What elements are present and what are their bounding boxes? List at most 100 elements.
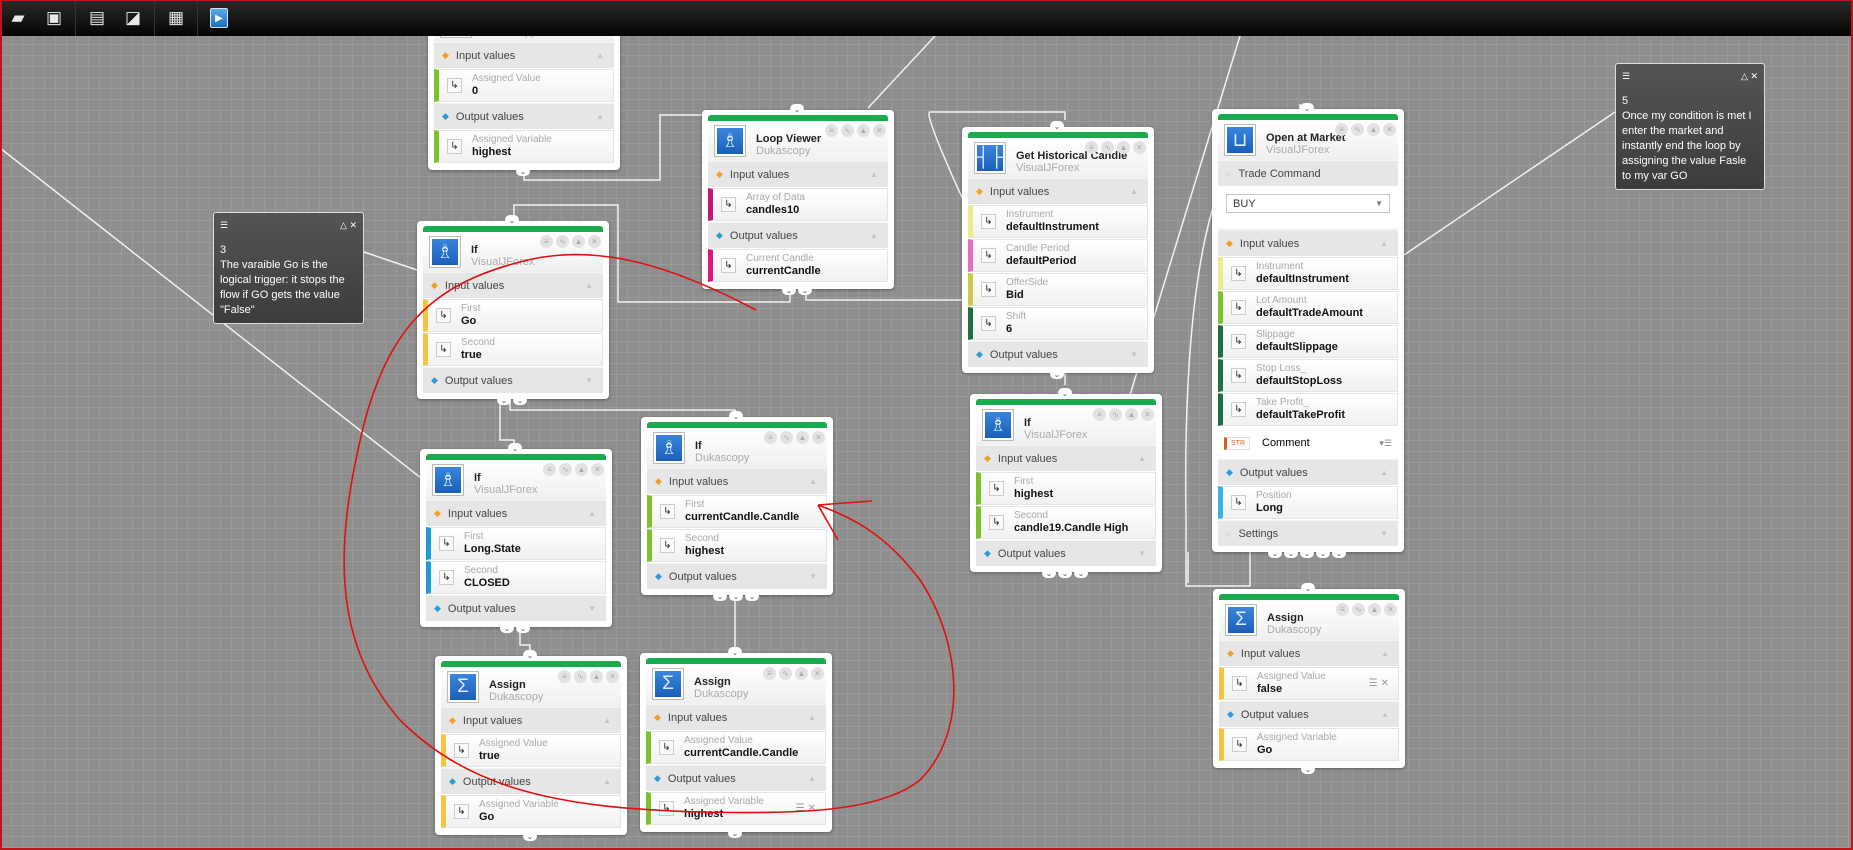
trade-command-select[interactable]: BUY ▼: [1226, 194, 1390, 213]
connector-handle[interactable]: ⌄: [713, 591, 727, 601]
import-button[interactable]: ◪: [115, 3, 151, 33]
note-menu-icon[interactable]: ☰: [220, 218, 228, 233]
link-parameter-icon[interactable]: ↳: [1232, 676, 1247, 691]
node-header[interactable]: ┤├ Get Historical Candle VisualJForex ≡ ∿ ▲ ✕: [968, 138, 1148, 178]
collapse-arrow-icon[interactable]: ▲: [1381, 649, 1389, 658]
link-parameter-icon[interactable]: ↳: [1231, 266, 1246, 281]
connector-handle[interactable]: ⌄: [523, 831, 537, 841]
parameter-row[interactable]: ↳ OfferSide Bid: [968, 273, 1148, 306]
parameter-row[interactable]: ↳ Assigned Value true: [441, 734, 621, 767]
chart-icon[interactable]: ∿: [780, 431, 793, 444]
connector-handle[interactable]: ⌄: [1050, 369, 1064, 379]
link-parameter-icon[interactable]: ↳: [436, 308, 451, 323]
connector-handle[interactable]: ⌄: [505, 215, 519, 225]
node-assign[interactable]: ΣAssignDukascopy≡∿▲✕◆Input values▲↳Assig…: [640, 653, 832, 832]
collapse-arrow-icon[interactable]: ▲: [809, 477, 817, 486]
close-icon[interactable]: ✕: [811, 667, 824, 680]
node-header[interactable]: ♗ If VisualJForex ≡ ∿ ▲ ✕: [976, 405, 1156, 445]
parameter-row[interactable]: ↳ Array of Data candles10: [708, 188, 888, 221]
collapse-arrow-icon[interactable]: ▲: [1381, 710, 1389, 719]
node-assign[interactable]: ΣAssignDukascopy≡∿▲✕◆Input values▲↳Assig…: [1213, 589, 1405, 768]
save-button[interactable]: ▣: [36, 3, 72, 33]
parameter-row[interactable]: ↳ Second true: [423, 333, 603, 366]
menu-icon[interactable]: ≡: [558, 670, 571, 683]
remove-icon[interactable]: ✕: [808, 803, 819, 814]
parameter-row[interactable]: ↳ Assigned Value false ☰✕: [1219, 667, 1399, 700]
collapse-icon[interactable]: ▲: [575, 463, 588, 476]
list-icon[interactable]: ☰: [796, 803, 808, 814]
connector-handle[interactable]: ⌄: [500, 623, 514, 633]
node-if[interactable]: ♗ If VisualJForex ≡ ∿ ▲ ✕ ◆ Input values ▲ ↳ First L…: [420, 449, 612, 627]
collapse-arrow-icon[interactable]: ▲: [603, 777, 611, 786]
collapse-arrow-icon[interactable]: ▲: [870, 231, 878, 240]
collapse-icon[interactable]: ▲: [572, 235, 585, 248]
link-parameter-icon[interactable]: ↳: [721, 197, 736, 212]
parameter-row[interactable]: ↳ First Long.State: [426, 527, 606, 560]
close-icon[interactable]: ✕: [591, 463, 604, 476]
link-parameter-icon[interactable]: ↳: [721, 258, 736, 273]
collapse-arrow-icon[interactable]: ▲: [1130, 187, 1138, 196]
collapse-arrow-icon[interactable]: ▲: [1380, 239, 1388, 248]
expand-arrow-icon[interactable]: ▼: [1380, 529, 1388, 538]
connector-handle[interactable]: ⌄: [1300, 548, 1314, 558]
parameter-row[interactable]: ↳ Assigned Value 0: [434, 69, 614, 102]
chart-icon[interactable]: ∿: [556, 235, 569, 248]
node-get-historical-candle[interactable]: ┤├ Get Historical Candle VisualJForex ≡ ∿ ▲ ✕ ◆…: [962, 127, 1154, 373]
link-parameter-icon[interactable]: ↳: [447, 78, 462, 93]
connector-handle[interactable]: ⌄: [523, 650, 537, 660]
close-icon[interactable]: ✕: [1133, 141, 1146, 154]
note-menu-icon[interactable]: ☰: [1622, 69, 1630, 84]
section-output[interactable]: ◆ Output values ▼: [426, 595, 606, 621]
parameter-row[interactable]: ↳ Take Profit_ defaultTakeProfit: [1218, 393, 1398, 426]
section-input[interactable]: ◆ Input values ▲: [708, 161, 888, 187]
section-input[interactable]: ◆ Input values ▲: [1219, 640, 1399, 666]
chart-icon[interactable]: ∿: [559, 463, 572, 476]
connector-handle[interactable]: ⌄: [1042, 568, 1056, 578]
collapse-icon[interactable]: ▲: [1117, 141, 1130, 154]
new-document-button[interactable]: ▦: [158, 3, 194, 33]
collapse-icon[interactable]: ▲: [857, 124, 870, 137]
node-loop-viewer[interactable]: ♗ Loop Viewer Dukascopy ≡ ∿ ▲ ✕ ◆ Input values ▲ ↳…: [702, 110, 894, 289]
connector-handle[interactable]: ⌄: [729, 591, 743, 601]
menu-icon[interactable]: ≡: [1085, 141, 1098, 154]
note-close-icon[interactable]: ✕: [1750, 71, 1758, 81]
section-output[interactable]: ◆ Output values ▼: [976, 540, 1156, 566]
close-icon[interactable]: ✕: [873, 124, 886, 137]
collapse-icon[interactable]: ▲: [1367, 123, 1380, 136]
connector-handle[interactable]: ⌄: [516, 166, 530, 176]
section-output[interactable]: ◆ Output values ▼: [968, 341, 1148, 367]
link-parameter-icon[interactable]: ↳: [981, 248, 996, 263]
parameter-row[interactable]: ↳ Second CLOSED: [426, 561, 606, 594]
parameter-row[interactable]: ↳ Assigned ValuecurrentCandle.Candle Hig: [646, 731, 826, 764]
connector-handle[interactable]: ⌄: [1332, 548, 1346, 558]
link-parameter-icon[interactable]: ↳: [659, 801, 674, 816]
expand-arrow-icon[interactable]: ▼: [585, 376, 593, 385]
collapse-arrow-icon[interactable]: ▲: [1380, 468, 1388, 477]
parameter-row[interactable]: ↳ Stop Loss_ defaultStopLoss: [1218, 359, 1398, 392]
run-button[interactable]: ▶: [201, 3, 237, 33]
link-parameter-icon[interactable]: ↳: [436, 342, 451, 357]
connector-handle[interactable]: ⌄: [516, 623, 530, 633]
connector-handle[interactable]: ⌄: [1074, 568, 1088, 578]
collapse-arrow-icon[interactable]: ▲: [596, 112, 604, 121]
node-header[interactable]: ♗ If Dukascopy ≡ ∿ ▲ ✕: [647, 428, 827, 468]
parameter-row[interactable]: ↳ Slippage defaultSlippage: [1218, 325, 1398, 358]
section-input[interactable]: ◆ Input values ▲: [441, 707, 621, 733]
menu-icon[interactable]: ≡: [540, 235, 553, 248]
section-output[interactable]: ◆ Output values ▲: [708, 222, 888, 248]
menu-icon[interactable]: ≡: [763, 667, 776, 680]
menu-icon[interactable]: ≡: [1336, 603, 1349, 616]
connector-handle[interactable]: ⌄: [729, 411, 743, 421]
collapse-arrow-icon[interactable]: ▲: [588, 509, 596, 518]
expand-arrow-icon[interactable]: ▼: [1130, 350, 1138, 359]
parameter-row[interactable]: ↳ Current Candle currentCandle: [708, 249, 888, 282]
document-list-button[interactable]: ▤: [79, 3, 115, 33]
close-icon[interactable]: ✕: [1383, 123, 1396, 136]
menu-icon[interactable]: ≡: [1335, 123, 1348, 136]
connector-handle[interactable]: ⌄: [790, 104, 804, 114]
link-parameter-icon[interactable]: ↳: [439, 536, 454, 551]
section-input[interactable]: ◆ Input values ▲: [1218, 230, 1398, 256]
section-output[interactable]: ◆ Output values ▼: [647, 563, 827, 589]
link-parameter-icon[interactable]: ↳: [1232, 737, 1247, 752]
collapse-icon[interactable]: ▲: [795, 667, 808, 680]
